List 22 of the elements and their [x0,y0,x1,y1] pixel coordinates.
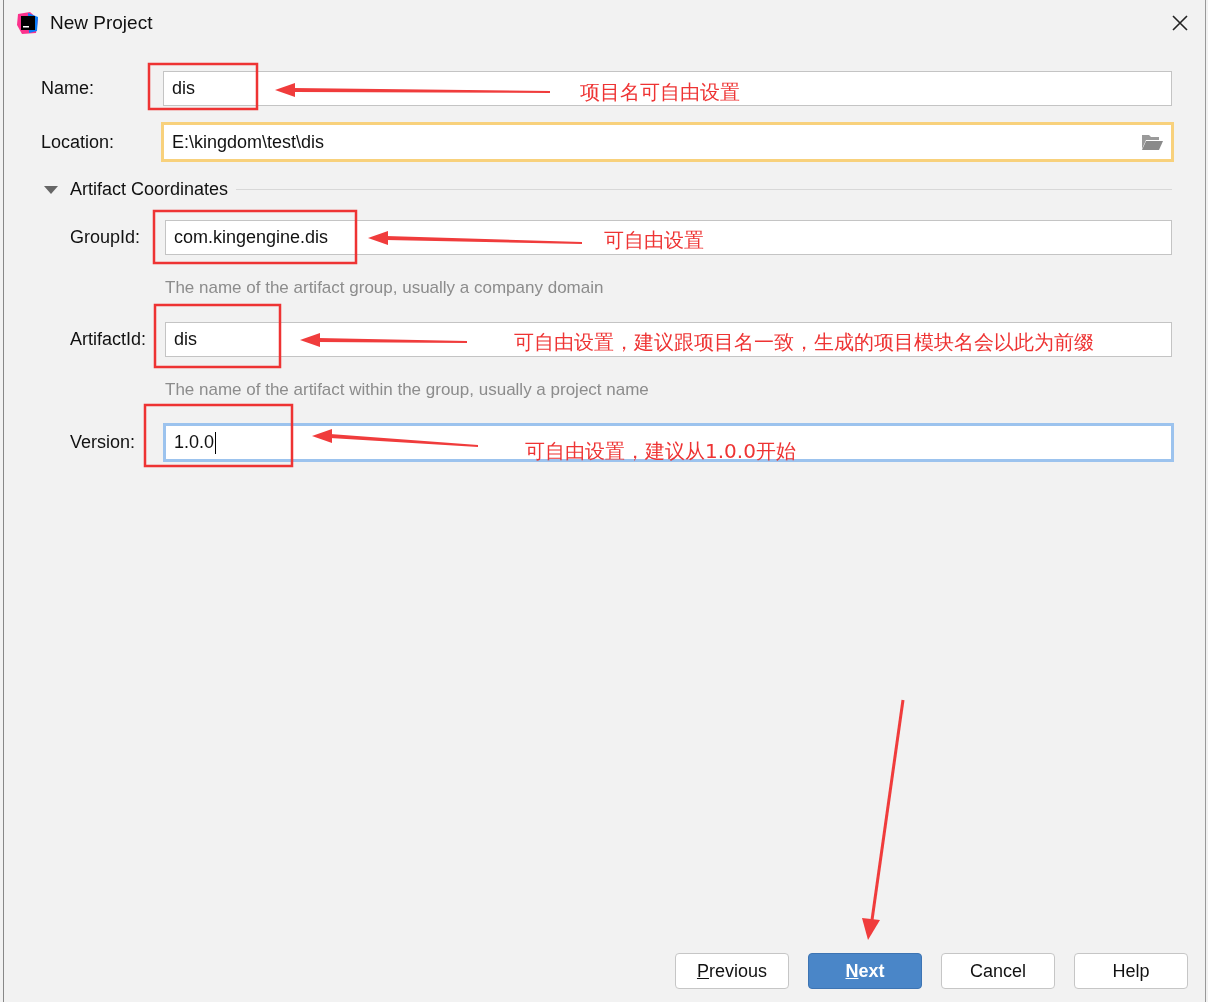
field-label: Name: [41,77,95,100]
annotation-text: 项目名可自由设置 [580,80,740,104]
dialog-button[interactable]: Previous [675,953,789,989]
folder-icon[interactable] [1141,133,1163,151]
app-logo-icon [16,11,40,35]
field-label: Version: [70,431,137,454]
annotation-text: 可自由设置，建议跟项目名一致，生成的项目模块名会以此为前缀 [514,330,1094,354]
annotation-text: 可自由设置，建议从1.0.0开始 [525,439,796,463]
annotation-text: 可自由设置 [604,228,704,252]
field-label: Location: [41,130,116,154]
collapse-triangle-icon[interactable] [44,184,58,195]
dialog-button[interactable]: Help [1074,953,1188,989]
field-label: GroupId: [70,226,142,249]
hint-text: The name of the artifact within the group, usually a project name [164,378,649,401]
hint-text: The name of the artifact group, usually a company domain [164,277,604,299]
next-button[interactable]: Next [808,953,922,989]
close-icon[interactable] [1172,15,1188,31]
dialog-button[interactable]: Cancel [941,953,1055,989]
field-label: ArtifactId: [70,327,148,351]
window-title: New Project [50,10,153,35]
section-title[interactable]: Artifact Coordinates [70,176,229,203]
text-field[interactable]: E:\kingdom\test\dis [161,122,1174,162]
